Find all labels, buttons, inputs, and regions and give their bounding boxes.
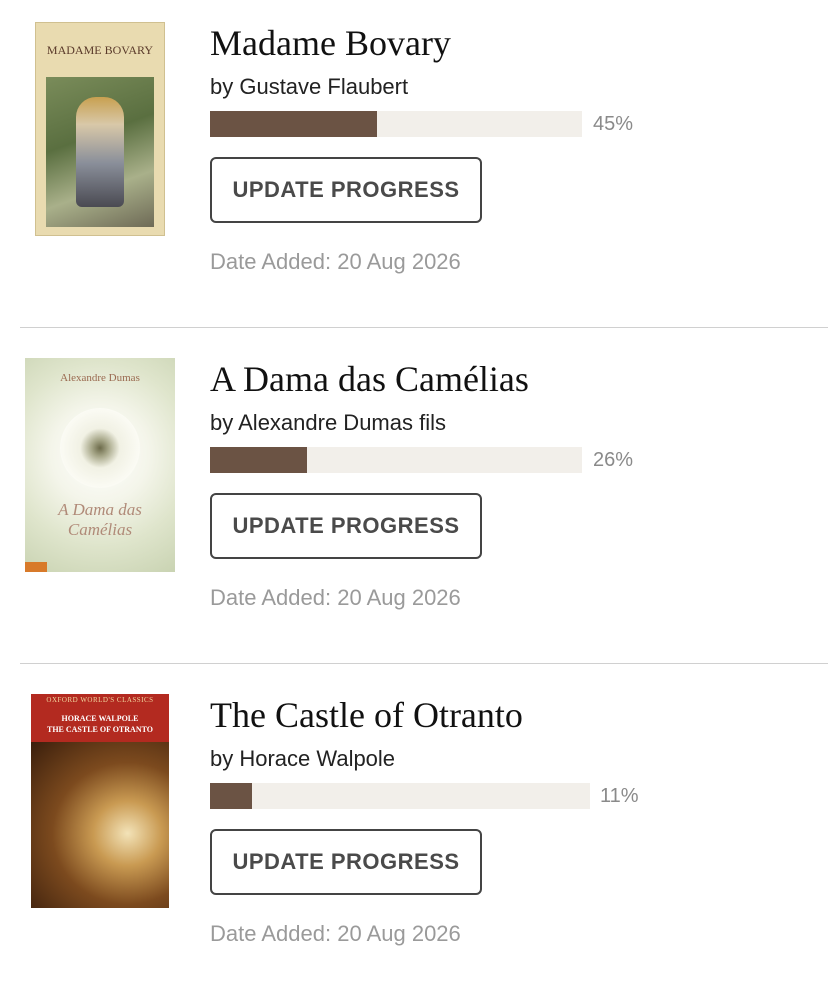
cover-title-text: A Dama das Camélias <box>58 500 142 539</box>
update-progress-button[interactable]: UPDATE PROGRESS <box>210 157 482 223</box>
book-cover[interactable]: Alexandre Dumas A Dama das Camélias <box>25 358 175 572</box>
cover-publisher-mark <box>25 562 47 572</box>
cover-painting <box>31 742 169 908</box>
progress-fill <box>210 447 307 473</box>
cover-author-text: Alexandre Dumas <box>60 372 140 384</box>
cover-figure <box>76 97 124 207</box>
cover-author-text: HORACE WALPOLE <box>61 714 139 723</box>
divider <box>20 327 828 328</box>
book-title[interactable]: A Dama das Camélias <box>210 358 529 400</box>
progress-percent: 11% <box>600 785 639 807</box>
cover-series-text: OXFORD WORLD'S CLASSICS <box>46 696 154 704</box>
progress-bar <box>210 783 590 809</box>
book-item[interactable]: Alexandre Dumas A Dama das Camélias A Da… <box>0 336 828 672</box>
progress-percent: 45% <box>593 113 634 135</box>
book-title[interactable]: Madame Bovary <box>210 22 451 64</box>
progress-bar <box>210 447 582 473</box>
book-cover[interactable]: OXFORD WORLD'S CLASSICS HORACE WALPOLE T… <box>31 694 169 908</box>
date-added: Date Added: 20 Aug 2026 <box>210 249 461 274</box>
cover-title-text: THE CASTLE OF OTRANTO <box>46 725 154 734</box>
progress-fill <box>210 783 252 809</box>
book-item[interactable]: OXFORD WORLD'S CLASSICS HORACE WALPOLE T… <box>0 672 828 1008</box>
book-title[interactable]: The Castle of Otranto <box>210 694 523 736</box>
date-added: Date Added: 20 Aug 2026 <box>210 921 461 946</box>
cover-title-text: MADAME BOVARY <box>46 43 154 57</box>
cover-flower <box>60 408 140 488</box>
book-item[interactable]: MADAME BOVARY Madame Bovary by Gustave F… <box>0 0 828 336</box>
cover-painting <box>46 77 154 227</box>
book-author[interactable]: by Alexandre Dumas fils <box>210 410 446 436</box>
update-progress-button[interactable]: UPDATE PROGRESS <box>210 493 482 559</box>
book-author[interactable]: by Gustave Flaubert <box>210 74 408 100</box>
date-added: Date Added: 20 Aug 2026 <box>210 585 461 610</box>
divider <box>20 663 828 664</box>
progress-percent: 26% <box>593 449 634 471</box>
progress-fill <box>210 111 378 137</box>
progress-bar <box>210 111 582 137</box>
book-author[interactable]: by Horace Walpole <box>210 746 395 772</box>
update-progress-button[interactable]: UPDATE PROGRESS <box>210 829 482 895</box>
book-cover[interactable]: MADAME BOVARY <box>35 22 165 236</box>
